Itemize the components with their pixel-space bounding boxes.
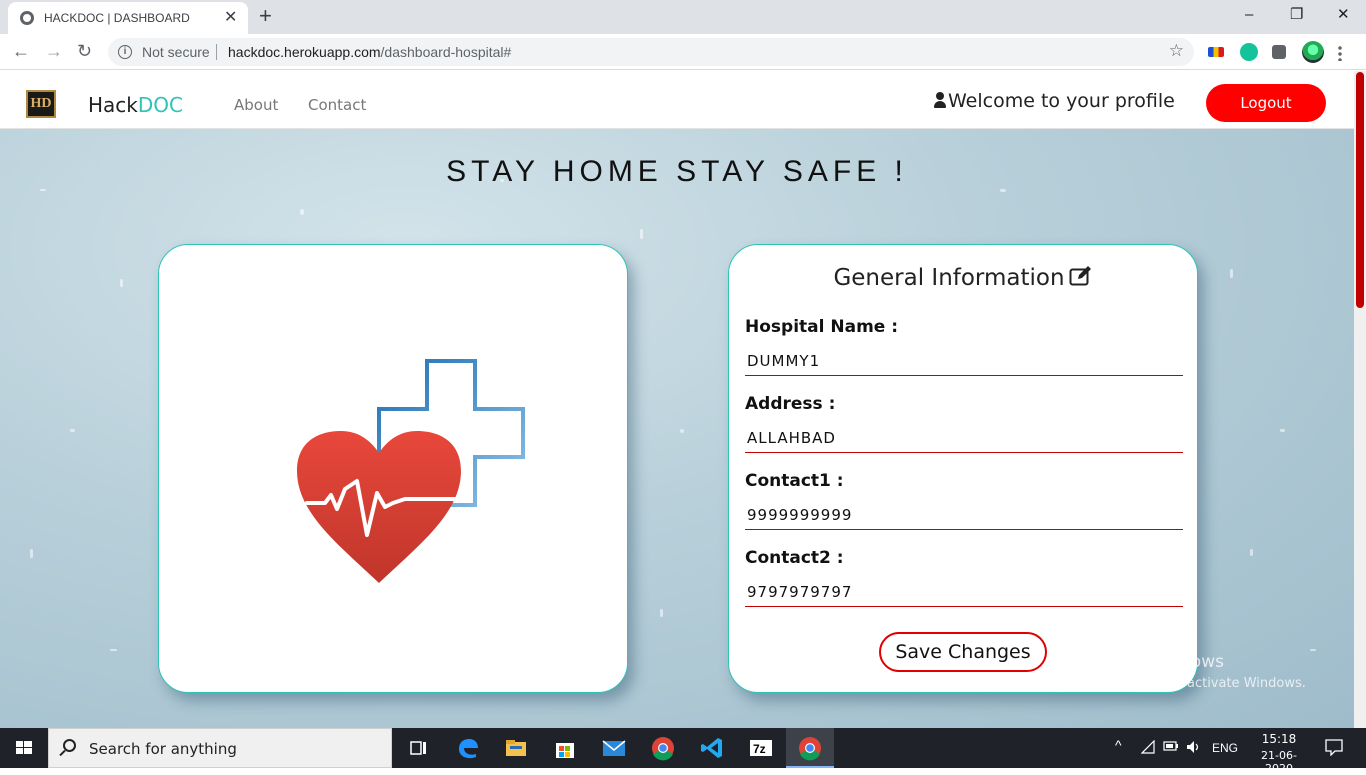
raindrop bbox=[70, 429, 75, 432]
clock-time: 15:18 bbox=[1261, 732, 1297, 746]
general-info-title: General Information bbox=[729, 265, 1197, 293]
browser-tab[interactable]: HACKDOC | DASHBOARD ✕ bbox=[8, 2, 248, 34]
taskbar-search-box[interactable]: Search for anything bbox=[48, 728, 392, 768]
page-scrollbar-thumb[interactable] bbox=[1356, 72, 1364, 308]
url-host: hackdoc.herokuapp.com bbox=[228, 44, 381, 60]
extensions-puzzle-icon[interactable] bbox=[1272, 45, 1286, 59]
raindrop bbox=[300, 209, 304, 215]
page-background: STAY HOME STAY SAFE ! General Informatio… bbox=[0, 129, 1354, 728]
address-field[interactable] bbox=[745, 423, 1183, 453]
language-indicator[interactable]: ENG bbox=[1212, 741, 1238, 755]
store-icon[interactable] bbox=[551, 734, 579, 762]
restore-button[interactable]: ❐ bbox=[1290, 6, 1303, 24]
address-bar[interactable]: i Not secure hackdoc.herokuapp.com/dashb… bbox=[108, 38, 1194, 66]
activate-windows-title: Activate Windows bbox=[1073, 652, 1224, 672]
nav-link-about[interactable]: About bbox=[234, 96, 278, 114]
raindrop bbox=[40, 189, 46, 191]
browser-menu-icon[interactable] bbox=[1338, 45, 1342, 61]
raindrop bbox=[1230, 269, 1233, 278]
edge-browser-icon[interactable] bbox=[454, 734, 482, 762]
taskbar-clock[interactable]: 15:18 21-06-2020 bbox=[1248, 732, 1310, 775]
save-changes-button[interactable]: Save Changes bbox=[879, 632, 1047, 672]
windows-taskbar: Search for anything 7z ^ ENG 15:18 21-06… bbox=[0, 728, 1366, 775]
close-window-button[interactable]: ✕ bbox=[1337, 6, 1350, 24]
page-tagline: STAY HOME STAY SAFE ! bbox=[446, 155, 908, 188]
address-label: Address : bbox=[745, 394, 836, 414]
hospital-name-field[interactable] bbox=[745, 346, 1183, 376]
start-button[interactable] bbox=[0, 728, 48, 768]
contact1-field[interactable] bbox=[745, 500, 1183, 530]
raindrop bbox=[660, 609, 663, 617]
info-icon[interactable]: i bbox=[118, 45, 132, 59]
url-path: /dashboard-hospital# bbox=[380, 44, 512, 60]
contact1-label: Contact1 : bbox=[745, 471, 844, 491]
task-view-icon[interactable] bbox=[405, 734, 433, 762]
activate-windows-watermark: Activate Windows Go to Settings to activ… bbox=[1073, 652, 1306, 691]
battery-icon[interactable] bbox=[1163, 740, 1179, 755]
raindrop bbox=[110, 649, 117, 651]
site-logo[interactable]: HD bbox=[26, 90, 56, 118]
network-icon[interactable] bbox=[1140, 739, 1155, 757]
back-button[interactable]: ← bbox=[12, 40, 30, 62]
brand-name[interactable]: HackDOC bbox=[88, 93, 183, 117]
profile-avatar[interactable] bbox=[1302, 41, 1324, 63]
mail-icon[interactable] bbox=[600, 734, 628, 762]
globe-icon bbox=[20, 11, 34, 25]
address-divider bbox=[216, 44, 217, 60]
heart-cross-logo bbox=[297, 359, 525, 583]
contact2-label: Contact2 : bbox=[745, 548, 844, 568]
contact2-field[interactable] bbox=[745, 577, 1183, 607]
security-label: Not secure bbox=[142, 44, 210, 60]
tab-title: HACKDOC | DASHBOARD bbox=[44, 11, 190, 25]
hospital-image-card bbox=[158, 244, 628, 693]
notification-icon[interactable] bbox=[1325, 738, 1343, 759]
tab-close-icon[interactable]: ✕ bbox=[224, 8, 237, 28]
raindrop bbox=[1310, 649, 1316, 651]
search-icon bbox=[63, 739, 76, 752]
reload-button[interactable]: ↻ bbox=[77, 40, 92, 62]
logout-button[interactable]: Logout bbox=[1206, 84, 1326, 122]
user-icon bbox=[934, 92, 946, 108]
hospital-name-label: Hospital Name : bbox=[745, 317, 899, 337]
windows-logo-icon bbox=[16, 741, 32, 754]
svg-text:7z: 7z bbox=[753, 742, 766, 756]
site-navbar: HD HackDOC About Contact Welcome to your… bbox=[0, 71, 1354, 129]
raindrop bbox=[120, 279, 123, 287]
browser-tab-strip: HACKDOC | DASHBOARD ✕ + – ❐ ✕ bbox=[0, 0, 1366, 34]
general-info-title-text: General Information bbox=[833, 265, 1065, 291]
heart-icon bbox=[297, 431, 461, 583]
vscode-icon[interactable] bbox=[698, 734, 726, 762]
tray-chevron-up-icon[interactable]: ^ bbox=[1115, 737, 1122, 753]
extension-flag-icon[interactable] bbox=[1208, 47, 1224, 57]
raindrop bbox=[640, 229, 643, 239]
edit-icon[interactable] bbox=[1069, 265, 1093, 293]
grammarly-icon[interactable] bbox=[1240, 43, 1258, 61]
chrome-icon[interactable] bbox=[649, 734, 677, 762]
raindrop bbox=[1250, 549, 1253, 556]
browser-toolbar: ← → ↻ i Not secure hackdoc.herokuapp.com… bbox=[0, 34, 1366, 70]
raindrop bbox=[1280, 429, 1285, 432]
chrome-active-icon[interactable] bbox=[786, 728, 834, 768]
volume-icon[interactable] bbox=[1186, 740, 1202, 757]
new-tab-button[interactable]: + bbox=[259, 4, 272, 28]
7zip-icon[interactable]: 7z bbox=[747, 734, 775, 762]
url-text[interactable]: hackdoc.herokuapp.com/dashboard-hospital… bbox=[228, 44, 511, 60]
taskbar-search-placeholder: Search for anything bbox=[89, 740, 237, 758]
forward-button[interactable]: → bbox=[45, 40, 63, 62]
raindrop bbox=[680, 429, 684, 433]
clock-date: 21-06-2020 bbox=[1261, 749, 1297, 775]
minimize-button[interactable]: – bbox=[1245, 6, 1253, 24]
general-info-card: General Information Hospital Name : Addr… bbox=[728, 244, 1198, 693]
file-explorer-icon[interactable] bbox=[502, 734, 530, 762]
welcome-text: Welcome to your profile bbox=[948, 90, 1175, 112]
raindrop bbox=[1000, 189, 1006, 192]
welcome-profile-link[interactable]: Welcome to your profile bbox=[934, 90, 1175, 112]
raindrop bbox=[30, 549, 33, 558]
bookmark-star-icon[interactable]: ☆ bbox=[1169, 41, 1184, 61]
nav-link-contact[interactable]: Contact bbox=[308, 96, 366, 114]
brand-prefix: Hack bbox=[88, 93, 138, 117]
brand-accent: DOC bbox=[137, 93, 183, 117]
activate-windows-subtitle: Go to Settings to activate Windows. bbox=[1073, 676, 1306, 691]
